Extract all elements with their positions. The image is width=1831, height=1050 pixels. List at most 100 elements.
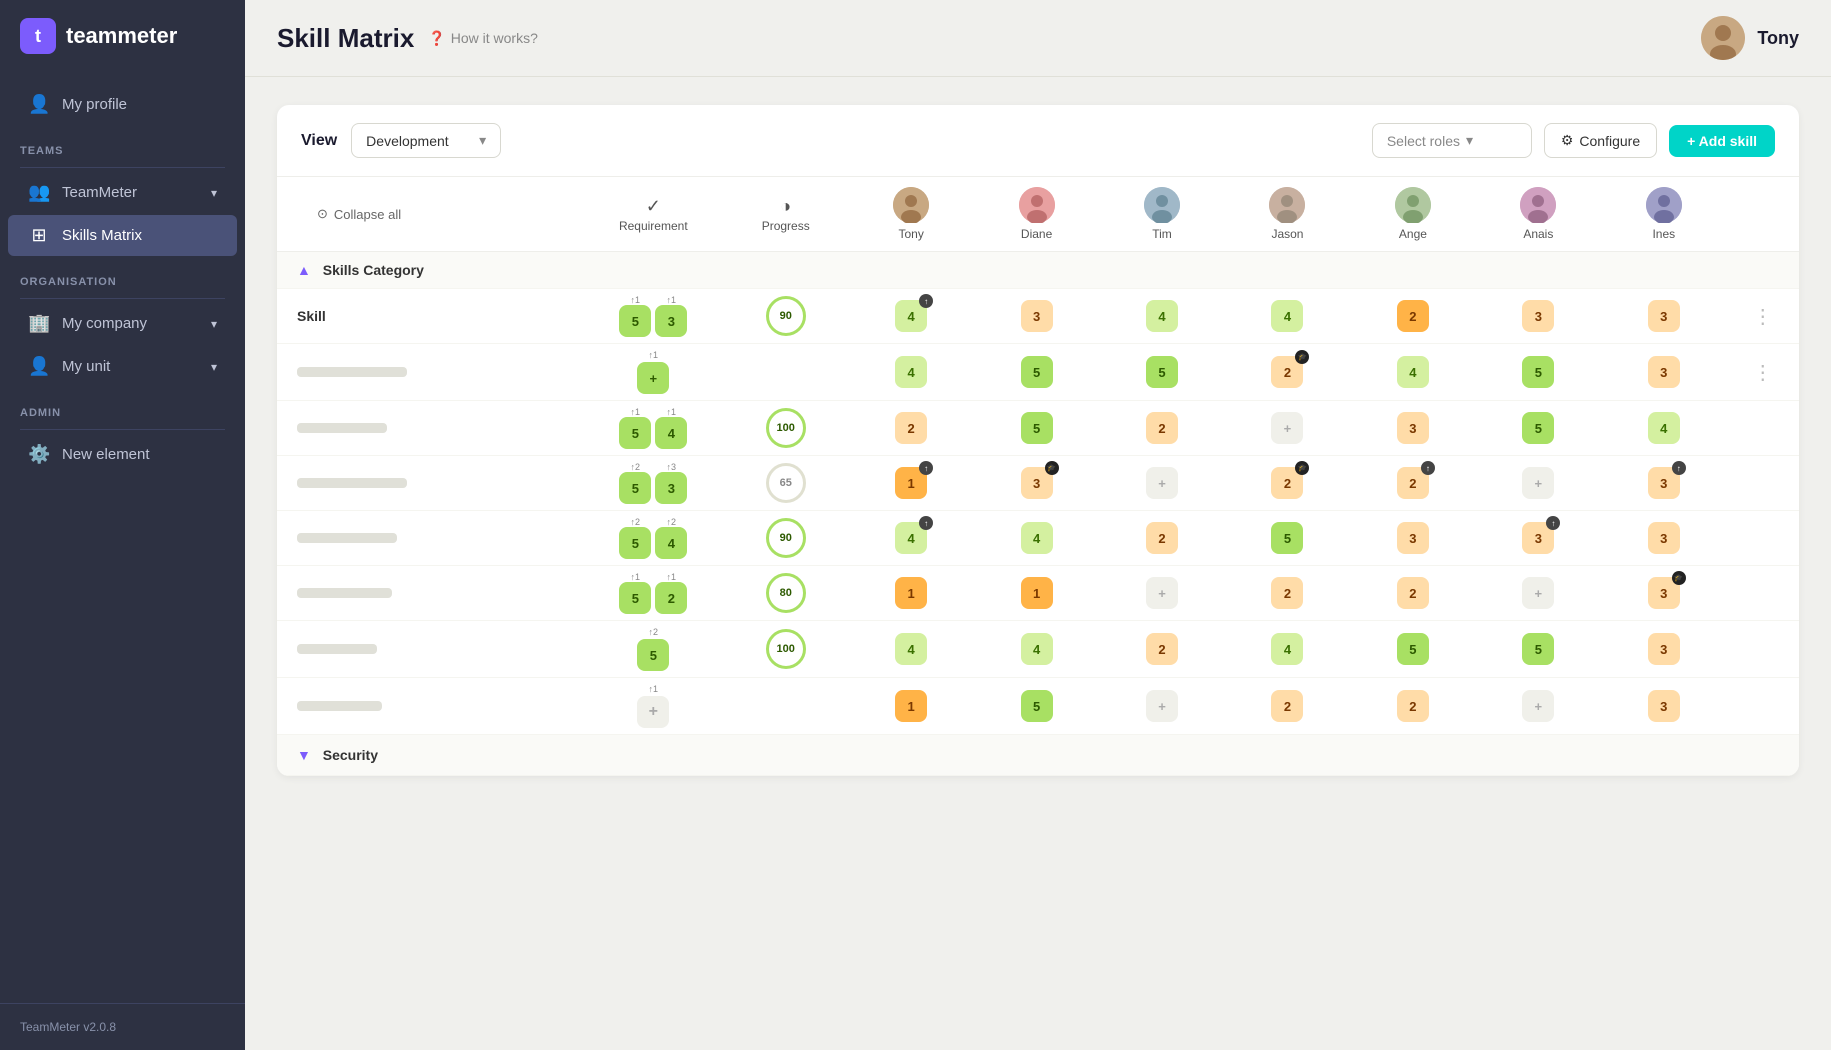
score-cell[interactable]: 2 [1099, 401, 1224, 456]
score-anais-0[interactable]: 3 [1476, 289, 1601, 344]
logo-text: teammeter [66, 23, 177, 49]
more-icon[interactable]: ⋮ [1745, 302, 1781, 332]
skill-row: ↑25↑33 65 1↑3🎓+2🎓2↑+3↑ [277, 456, 1799, 511]
score-cell[interactable]: 5 [1476, 344, 1601, 401]
sidebar-nav: 👤 My profile TEAMS 👥 TeamMeter ▾ ⊞ Skill… [0, 72, 245, 1003]
score-cell[interactable]: 5 [974, 678, 1099, 735]
score-cell[interactable]: 4 [1225, 621, 1350, 678]
score-cell[interactable]: 4↑ [848, 511, 973, 566]
score-cell[interactable]: 5 [1225, 511, 1350, 566]
score-cell[interactable]: 3 [1601, 678, 1726, 735]
row-more[interactable] [1727, 456, 1800, 511]
select-roles-dropdown[interactable]: Select roles ▾ [1372, 123, 1532, 158]
score-cell[interactable]: 4 [848, 344, 973, 401]
sidebar-item-my-company[interactable]: 🏢 My company ▾ [8, 303, 237, 344]
add-skill-button[interactable]: + Add skill [1669, 125, 1775, 157]
sidebar-item-skills-matrix[interactable]: ⊞ Skills Matrix [8, 215, 237, 256]
security-icon: ▼ [297, 747, 311, 763]
score-cell[interactable]: + [1225, 401, 1350, 456]
col-header-ines: Ines [1601, 177, 1726, 252]
row-more[interactable] [1727, 511, 1800, 566]
score-cell[interactable]: 1 [848, 678, 973, 735]
score-cell[interactable]: 2 [1225, 678, 1350, 735]
skill-row: ↑1+ 15+22+3 [277, 678, 1799, 735]
score-cell[interactable]: 4 [974, 621, 1099, 678]
row-more[interactable] [1727, 621, 1800, 678]
score-cell[interactable]: 3 [1350, 511, 1475, 566]
sidebar-item-my-unit[interactable]: 👤 My unit ▾ [8, 346, 237, 387]
req-cell: ↑15↑12 [584, 566, 723, 621]
score-cell[interactable]: 4 [974, 511, 1099, 566]
score-cell[interactable]: 4 [1601, 401, 1726, 456]
score-cell[interactable]: 1 [974, 566, 1099, 621]
score-cell[interactable]: 2 [1350, 566, 1475, 621]
score-cell[interactable]: 3↑ [1476, 511, 1601, 566]
how-it-works-button[interactable]: ❓ How it works? [428, 30, 538, 47]
score-ines-0[interactable]: 3 [1601, 289, 1726, 344]
score-cell[interactable]: 4 [848, 621, 973, 678]
score-cell[interactable]: + [1099, 456, 1224, 511]
avatar [1701, 16, 1745, 60]
sidebar-item-teammeter[interactable]: 👥 TeamMeter ▾ [8, 172, 237, 213]
score-cell[interactable]: 3🎓 [1601, 566, 1726, 621]
score-cell[interactable]: 2🎓 [1225, 344, 1350, 401]
score-cell[interactable]: 2 [1099, 621, 1224, 678]
skill-header-row: Skill ↑1 5 ↑1 3 90 4 ↑ 3 4 4 2 3 3 ⋮ [277, 289, 1799, 344]
score-cell[interactable]: 5 [1476, 401, 1601, 456]
score-cell[interactable]: 4 [1350, 344, 1475, 401]
matrix-table: ⊙ Collapse all ✓ Requirement [277, 177, 1799, 776]
score-cell[interactable]: 2🎓 [1225, 456, 1350, 511]
row-more-0[interactable]: ⋮ [1727, 289, 1800, 344]
admin-section-label: ADMIN [0, 389, 245, 425]
score-cell[interactable]: 3🎓 [974, 456, 1099, 511]
score-cell[interactable]: 5 [974, 344, 1099, 401]
score-cell[interactable]: 2 [1225, 566, 1350, 621]
score-cell[interactable]: 1↑ [848, 456, 973, 511]
skill-label [277, 344, 584, 401]
score-cell[interactable]: 2 [1350, 678, 1475, 735]
row-more[interactable] [1727, 678, 1800, 735]
score-cell[interactable]: 2 [848, 401, 973, 456]
skill-row: ↑25 100 4424553 [277, 621, 1799, 678]
more-icon[interactable]: ⋮ [1745, 358, 1781, 388]
score-cell[interactable]: 5 [974, 401, 1099, 456]
score-tim-0[interactable]: 4 [1099, 289, 1224, 344]
score-cell[interactable]: 3 [1601, 344, 1726, 401]
score-cell[interactable]: + [1099, 566, 1224, 621]
prog-cell: 100 [723, 621, 848, 678]
score-cell[interactable]: 1 [848, 566, 973, 621]
configure-button[interactable]: ⚙ Configure [1544, 123, 1657, 158]
sidebar-item-new-element[interactable]: ⚙️ New element [8, 434, 237, 475]
score-cell[interactable]: 3 [1601, 511, 1726, 566]
score-ange-0[interactable]: 2 [1350, 289, 1475, 344]
score-cell[interactable]: 2 [1099, 511, 1224, 566]
score-cell[interactable]: 3 [1601, 621, 1726, 678]
header-left: Skill Matrix ❓ How it works? [277, 23, 538, 54]
collapse-all-button[interactable]: ⊙ Collapse all [297, 198, 576, 230]
row-more[interactable] [1727, 566, 1800, 621]
prog-cell [723, 344, 848, 401]
score-cell[interactable]: 2↑ [1350, 456, 1475, 511]
req-header-cell: ↑1 5 ↑1 3 [584, 289, 723, 344]
score-tony-0[interactable]: 4 ↑ [848, 289, 973, 344]
teams-section-label: TEAMS [0, 127, 245, 163]
score-cell[interactable]: + [1476, 456, 1601, 511]
row-more[interactable]: ⋮ [1727, 344, 1800, 401]
score-cell[interactable]: 3↑ [1601, 456, 1726, 511]
row-more[interactable] [1727, 401, 1800, 456]
score-cell[interactable]: 3 [1350, 401, 1475, 456]
score-diane-0[interactable]: 3 [974, 289, 1099, 344]
sidebar-item-my-profile[interactable]: 👤 My profile [8, 84, 237, 125]
my-unit-label: My unit [62, 358, 110, 375]
score-cell[interactable]: + [1476, 678, 1601, 735]
person-name-jason: Jason [1271, 227, 1303, 241]
score-jason-0[interactable]: 4 [1225, 289, 1350, 344]
collapse-icon: ⊙ [317, 206, 328, 222]
score-cell[interactable]: + [1099, 678, 1224, 735]
score-cell[interactable]: 5 [1350, 621, 1475, 678]
score-cell[interactable]: 5 [1476, 621, 1601, 678]
view-dropdown[interactable]: Development ▾ [351, 123, 501, 158]
logo[interactable]: t teammeter [0, 0, 245, 72]
score-cell[interactable]: 5 [1099, 344, 1224, 401]
score-cell[interactable]: + [1476, 566, 1601, 621]
